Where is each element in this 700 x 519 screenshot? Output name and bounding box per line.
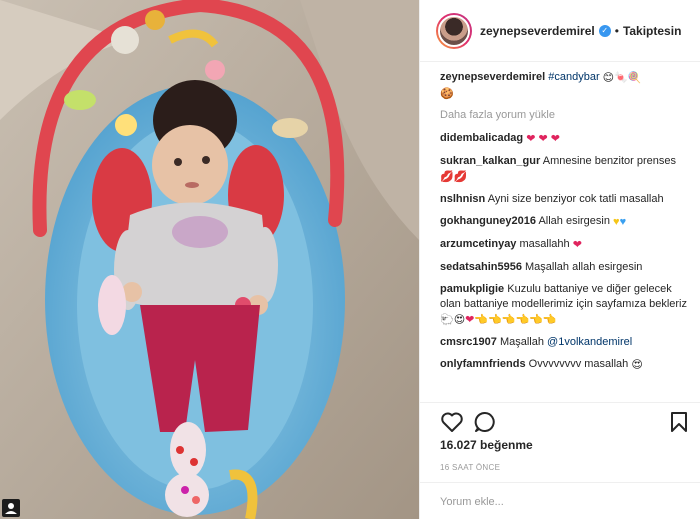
header-separator: • [614,23,619,38]
comment-bubble-icon[interactable] [474,411,496,433]
comment-text: Ayni size benziyor cok tatli masallah [487,193,664,205]
likes-count[interactable]: 16.027 beğenme [440,438,533,452]
avatar[interactable] [436,12,472,49]
like-heart-icon[interactable] [440,411,464,433]
list-item: didembalicadag ❤ ❤ ❤ [440,131,687,147]
header-username[interactable]: zeynepseverdemirel [480,24,595,38]
baby-photo-illustration [0,0,419,519]
list-item: gokhanguney2016 Allah esirgesin ♥♥ [440,214,687,230]
comment-text: Maşallah allah esirgesin [525,261,643,273]
list-item: arzumcetinyay masallahh ❤ [440,237,687,253]
comment-username[interactable]: sedatsahin5956 [440,261,522,273]
comment-text: Maşallah [499,336,544,348]
heart-emoji-icon: ❤ [465,314,475,326]
candy-emoji-icon: 🍬 [614,72,628,84]
lollipop-emoji-icon: 🍭 [627,72,642,84]
caption-hashtag[interactable]: #candybar [548,71,599,83]
cookie-emoji-icon: 🍪 [440,88,454,100]
comment-text: Allah esirgesin [538,215,610,227]
comment-username[interactable]: sukran_kalkan_gur [440,155,540,167]
heart-emoji-icon: ❤ [572,239,582,251]
sheep-emoji-icon: 🐑 [440,314,454,326]
post-timestamp: 16 SAAT ÖNCE [440,463,501,472]
heart-eyes-emoji-icon: 😍 [631,359,643,371]
comment-username[interactable]: nslhnisn [440,193,485,205]
post-side-panel: zeynepseverdemirel ✓ • Takiptesin zeynep… [419,0,700,519]
user-tag-icon[interactable] [2,499,20,517]
add-comment-bar [420,482,700,519]
comment-text: masallahh [519,238,570,250]
post-header: zeynepseverdemirel ✓ • Takiptesin [420,0,700,62]
comment-username[interactable]: arzumcetinyay [440,238,516,250]
comment-username[interactable]: didembalicadag [440,132,523,144]
kiss-emoji-icon: 💋💋 [440,171,468,183]
bookmark-icon[interactable] [670,411,688,433]
comment-mention[interactable]: @1volkandemirel [547,336,632,348]
action-bar [440,411,690,435]
caption-username[interactable]: zeynepseverdemirel [440,71,545,83]
heart-emoji-icon: ❤ ❤ ❤ [526,133,560,145]
smile-emoji-icon: 😊 [602,72,615,84]
pointing-emoji-icon: 👈👈👈👈👈👈 [474,314,557,326]
list-item: sedatsahin5956 Maşallah allah esirgesin [440,260,687,275]
comment-text: Ovvvvvvvv masallah [528,358,629,370]
post-photo[interactable] [0,0,419,519]
following-button[interactable]: Takiptesin [623,24,681,38]
comment-username[interactable]: cmsrc1907 [440,336,497,348]
list-item: nslhnisn Ayni size benziyor cok tatli ma… [440,192,687,207]
blue-heart-emoji-icon: ♥ [619,216,627,228]
comment-username[interactable]: pamukpligie [440,283,504,295]
comment-text: Amnesine benzitor prenses [542,155,677,167]
verified-icon: ✓ [598,24,611,37]
comment-username[interactable]: onlyfamnfriends [440,358,526,370]
load-more-comments[interactable]: Daha fazla yorum yükle [440,109,687,121]
caption: zeynepseverdemirel #candybar 😊🍬🍭 🍪 [440,70,687,102]
list-item: cmsrc1907 Maşallah @1volkandemirel [440,335,687,350]
heart-eyes-emoji-icon: 😍 [453,314,466,326]
comment-input[interactable] [440,492,680,512]
list-item: pamukpligie Kuzulu battaniye ve diğer ge… [440,282,687,328]
comments-list: zeynepseverdemirel #candybar 😊🍬🍭 🍪 Daha … [420,70,700,380]
list-item: sukran_kalkan_gur Amnesine benzitor pren… [440,154,687,185]
comment-username[interactable]: gokhanguney2016 [440,215,536,227]
list-item: onlyfamnfriends Ovvvvvvvv masallah 😍 [440,357,687,373]
